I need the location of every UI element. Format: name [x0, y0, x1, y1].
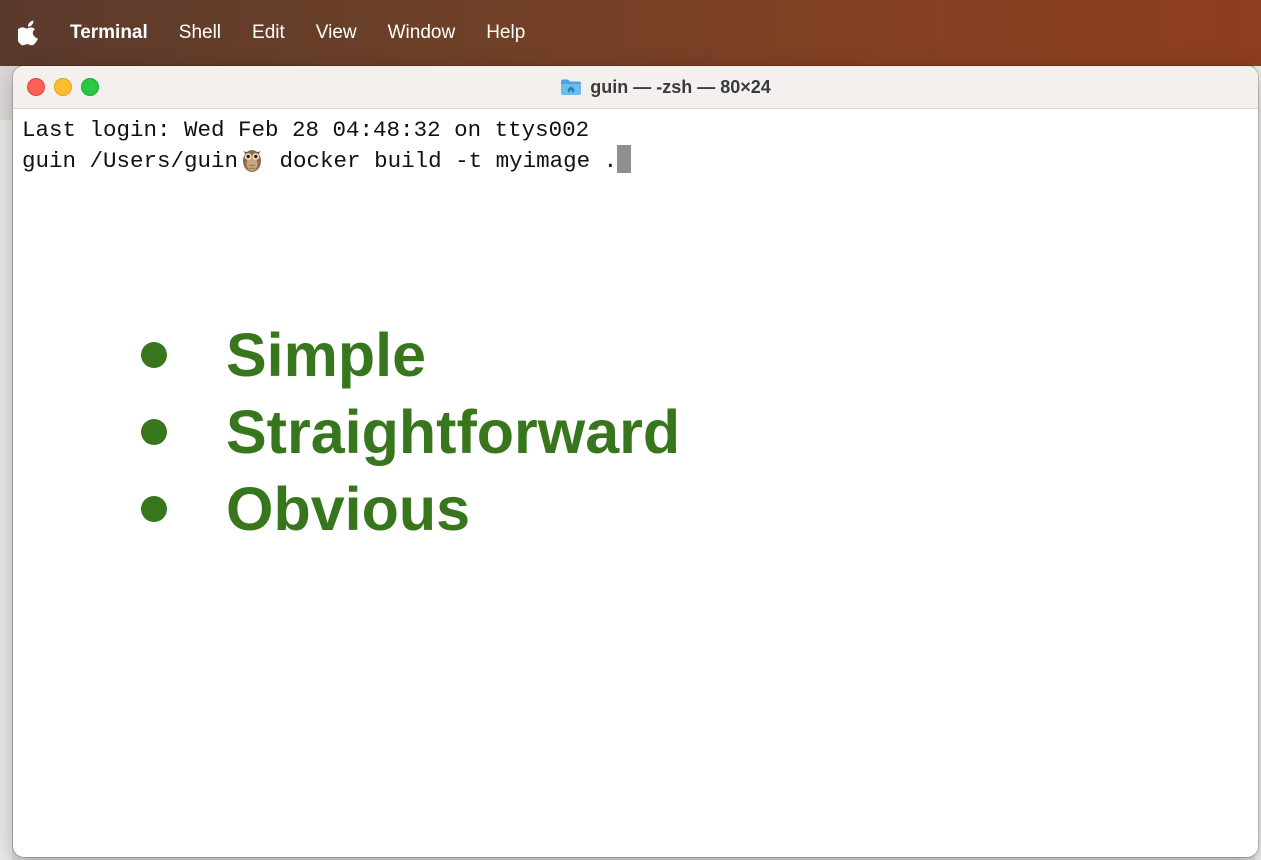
bullet-item: Straightforward	[139, 393, 680, 470]
menu-bar: Terminal Shell Edit View Window Help	[0, 0, 1261, 66]
command-text: docker build -t myimage .	[266, 148, 618, 174]
last-login-line: Last login: Wed Feb 28 04:48:32 on ttys0…	[22, 117, 590, 143]
bullet-text: Simple	[226, 320, 427, 389]
bullet-item: Obvious	[139, 470, 680, 547]
bullet-dot	[141, 495, 167, 522]
menu-shell[interactable]: Shell	[179, 22, 221, 44]
menu-window[interactable]: Window	[388, 22, 456, 44]
apple-logo-icon[interactable]	[16, 18, 42, 48]
screen: Terminal Shell Edit View Window Help gui…	[0, 0, 1261, 860]
menu-terminal[interactable]: Terminal	[70, 22, 148, 44]
bullet-text: Straightforward	[226, 397, 681, 466]
menu-view[interactable]: View	[316, 22, 357, 44]
background-window-edge	[0, 120, 12, 860]
window-title: guin — -zsh — 80×24	[13, 66, 1258, 108]
home-folder-icon	[560, 78, 582, 96]
command-line[interactable]: guin /Users/guin docker build -t myimage…	[22, 145, 1249, 175]
bullet-dot	[141, 341, 167, 368]
bullet-dot	[141, 418, 167, 445]
text-cursor	[617, 145, 632, 173]
menu-edit[interactable]: Edit	[252, 22, 285, 44]
owl-icon	[240, 145, 264, 173]
overlay-bullet-list: Simple Straightforward Obvious	[139, 316, 680, 547]
menu-help[interactable]: Help	[486, 22, 525, 44]
terminal-window[interactable]: guin — -zsh — 80×24 Last login: Wed Feb …	[13, 66, 1258, 857]
window-title-text: guin — -zsh — 80×24	[590, 76, 771, 97]
window-titlebar[interactable]: guin — -zsh — 80×24	[13, 66, 1258, 109]
bullet-item: Simple	[139, 316, 680, 393]
bullet-text: Obvious	[226, 474, 471, 543]
terminal-content[interactable]: Last login: Wed Feb 28 04:48:32 on ttys0…	[13, 109, 1258, 181]
prompt-text: guin /Users/guin	[22, 148, 239, 174]
